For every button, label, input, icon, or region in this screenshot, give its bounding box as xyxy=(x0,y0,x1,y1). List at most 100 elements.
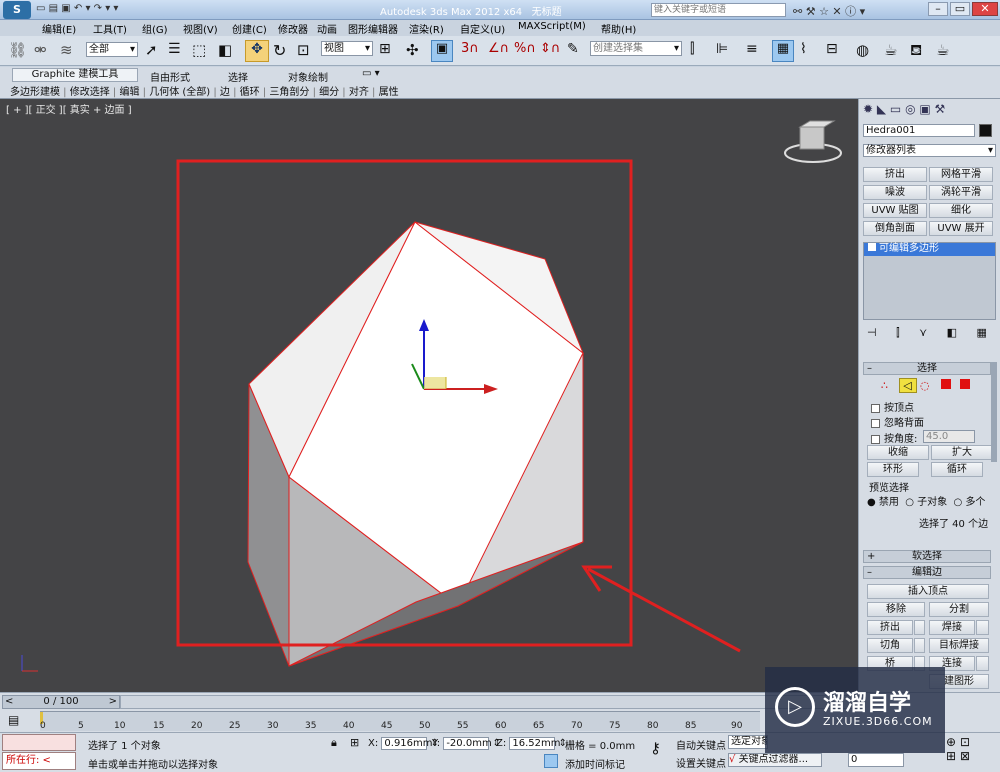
viewcube-icon[interactable] xyxy=(784,120,842,163)
grow-button[interactable]: 扩大 xyxy=(931,445,993,460)
shrink-button[interactable]: 收缩 xyxy=(867,445,929,460)
x-coord[interactable]: X: 0.916mm ⇕ xyxy=(368,737,439,750)
help-tools-icons[interactable]: ⚯ ⚒ ☆ ✕ ⓘ ▾ xyxy=(793,3,865,19)
extrude-button[interactable]: 挤出 xyxy=(867,620,913,635)
render-setup-icon[interactable]: ☕ xyxy=(884,41,904,61)
auto-key-button[interactable]: 自动关键点 xyxy=(676,737,726,752)
menu-rendering[interactable]: 渲染(R) xyxy=(409,21,444,36)
stack-item-editable-poly[interactable]: 可编辑多边形 xyxy=(864,243,995,256)
object-color-swatch[interactable] xyxy=(979,124,992,137)
mod-meshsmooth-button[interactable]: 网格平滑 xyxy=(929,167,993,182)
menu-create[interactable]: 创建(C) xyxy=(232,21,267,36)
mod-uvw-map-button[interactable]: UVW 贴图 xyxy=(863,203,927,218)
ribbon-edit[interactable]: 编辑 xyxy=(119,87,139,98)
ribbon-options-icon[interactable]: ▭ ▾ xyxy=(362,68,380,79)
quick-access-toolbar[interactable]: ▭ ▤ ▣ ↶ ▾ ↷ ▾ ▾ xyxy=(36,3,161,17)
menu-maxscript[interactable]: MAXScript(M) xyxy=(518,21,586,32)
rendered-frame-icon[interactable]: ⛾ xyxy=(910,41,930,61)
preview-radio-group[interactable]: ● 禁用 ○ 子对象 ○ 多个 xyxy=(867,493,985,508)
mod-tessellate-button[interactable]: 细化 xyxy=(929,203,993,218)
maximize-button[interactable]: ▭ xyxy=(950,2,970,16)
ribbon-subdivision[interactable]: 细分 xyxy=(319,87,339,98)
bind-spacewarp-icon[interactable]: ≋ xyxy=(60,41,80,61)
angle-snap-icon[interactable]: ∠∩ xyxy=(488,41,509,61)
app-logo-icon[interactable]: S xyxy=(3,1,31,19)
selection-filter-dropdown[interactable]: 全部 ▾ xyxy=(86,42,138,57)
chamfer-button[interactable]: 切角 xyxy=(867,638,913,653)
ribbon-align[interactable]: 对齐 xyxy=(349,87,369,98)
ribbon-tris[interactable]: 三角剖分 xyxy=(269,87,309,98)
mod-unwrap-uvw-button[interactable]: UVW 展开 xyxy=(929,221,993,236)
selection-dropdown[interactable]: 选定对象 xyxy=(728,735,768,749)
remove-button[interactable]: 移除 xyxy=(867,602,925,617)
absolute-mode-icon[interactable]: ⊞ xyxy=(350,736,359,749)
hedra-object[interactable] xyxy=(247,221,585,667)
menu-tools[interactable]: 工具(T) xyxy=(93,21,127,36)
ribbon-tab-selection[interactable]: 选择 xyxy=(228,69,248,84)
polygon-icon[interactable] xyxy=(940,379,951,389)
rollout-edit-edges[interactable]: – 编辑边 xyxy=(863,566,991,579)
percent-snap-icon[interactable]: %∩ xyxy=(514,41,536,61)
pivot-center-icon[interactable]: ⊞ xyxy=(379,41,399,61)
current-frame-field[interactable]: 0 xyxy=(848,753,904,767)
time-slider-track[interactable] xyxy=(120,695,858,709)
keyboard-shortcut-icon[interactable]: ▣ xyxy=(431,40,453,62)
align-icon[interactable]: ⊫ xyxy=(716,41,736,61)
modifier-stack[interactable]: 可编辑多边形 xyxy=(863,242,996,320)
ribbon-polygon-modeling[interactable]: 多边形建模 xyxy=(10,87,60,98)
curve-editor-icon[interactable]: ⌇ xyxy=(800,41,820,61)
key-filters-button[interactable]: √ 关键点过滤器... xyxy=(728,753,822,767)
close-button[interactable]: ✕ xyxy=(972,2,998,16)
layer-manager-icon[interactable]: ≡ xyxy=(746,41,766,61)
menu-help[interactable]: 帮助(H) xyxy=(601,21,636,36)
material-editor-icon[interactable]: ◍ xyxy=(856,41,876,61)
rollout-soft-selection[interactable]: + 软选择 xyxy=(863,550,991,563)
stack-tools-icons[interactable]: ⊣ ⫿ ⋎ ◧ ▦ xyxy=(867,326,995,340)
border-icon[interactable]: ◌ xyxy=(920,379,934,392)
ribbon-modify-selection[interactable]: 修改选择 xyxy=(70,87,110,98)
chamfer-settings-button[interactable] xyxy=(914,638,925,653)
connect-settings-button[interactable] xyxy=(976,656,989,671)
weld-settings-button[interactable] xyxy=(976,620,989,635)
rollout-selection[interactable]: – 选择 xyxy=(863,362,991,375)
viewport-nav-icons[interactable]: ⊕⊡ ⊞⊠ xyxy=(946,735,998,763)
split-button[interactable]: 分割 xyxy=(929,602,989,617)
by-angle-checkbox[interactable]: 按角度: xyxy=(871,430,917,445)
trackbar[interactable]: 0 5 10 15 20 25 30 35 40 45 50 55 60 65 … xyxy=(40,711,760,731)
ribbon-edges[interactable]: 边 xyxy=(220,87,230,98)
reference-coord-dropdown[interactable]: 视图 ▾ xyxy=(321,41,373,56)
menu-customize[interactable]: 自定义(U) xyxy=(460,21,505,36)
set-key-button[interactable]: 设置关键点 xyxy=(676,755,726,770)
named-selection-set-dropdown[interactable]: 创建选择集 ▾ xyxy=(590,41,682,56)
by-vertex-checkbox[interactable]: 按顶点 xyxy=(871,399,914,414)
ribbon-loops[interactable]: 循环 xyxy=(240,87,260,98)
weld-button[interactable]: 焊接 xyxy=(929,620,975,635)
mod-noise-button[interactable]: 噪波 xyxy=(863,185,927,200)
modifier-list-dropdown[interactable]: 修改器列表 ▾ xyxy=(863,144,996,157)
mirror-icon[interactable]: ⫿ xyxy=(690,41,710,61)
edge-icon[interactable]: ◁ xyxy=(898,378,917,393)
layer-icon[interactable]: ▤ xyxy=(8,713,19,727)
element-icon[interactable] xyxy=(960,379,970,389)
insert-vertex-button[interactable]: 插入顶点 xyxy=(867,584,989,599)
menu-graph-editors[interactable]: 图形编辑器 xyxy=(348,21,398,36)
vertex-icon[interactable]: ∴ xyxy=(881,379,895,392)
lock-icon[interactable]: 🔒︎ xyxy=(331,736,337,750)
command-panel-tabs[interactable]: ✹ ◣ ▭ ◎ ▣ ⚒ xyxy=(863,102,997,118)
minimize-button[interactable]: – xyxy=(928,2,948,16)
graphite-toggle-icon[interactable]: ▦ xyxy=(772,40,794,62)
rotate-icon[interactable]: ↻ xyxy=(273,41,293,61)
panel-scrollbar[interactable] xyxy=(991,362,997,462)
maxscript-mini-line[interactable]: 所在行: < xyxy=(2,752,76,770)
angle-field[interactable]: 45.0 xyxy=(923,430,975,443)
extrude-settings-button[interactable] xyxy=(914,620,925,635)
mod-bevel-profile-button[interactable]: 倒角剖面 xyxy=(863,221,927,236)
viewport-label[interactable]: [ + ][ 正交 ][ 真实 + 边面 ] xyxy=(6,101,132,116)
search-input[interactable]: 键入关键字或短语 xyxy=(651,3,786,17)
ribbon-tab-graphite[interactable]: Graphite 建模工具 xyxy=(12,68,138,82)
select-by-name-icon[interactable]: ☰ xyxy=(168,41,188,61)
menu-edit[interactable]: 编辑(E) xyxy=(42,21,76,36)
loop-button[interactable]: 循环 xyxy=(931,462,983,477)
subobject-level-icons[interactable]: ∴ ◁ ◌ xyxy=(881,378,981,394)
ribbon-geometry-all[interactable]: 几何体 (全部) xyxy=(149,87,210,98)
